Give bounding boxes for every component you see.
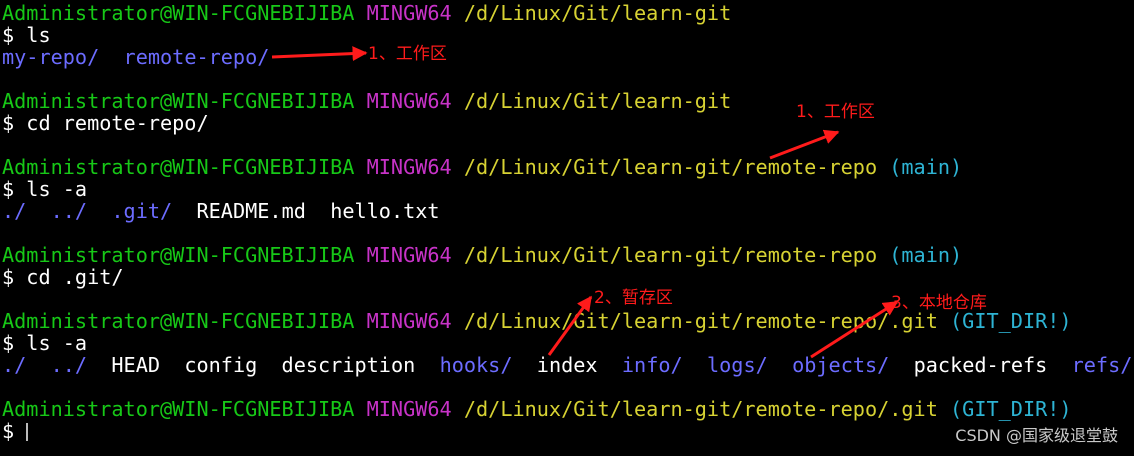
terminal-text: ../ xyxy=(50,353,88,377)
terminal-text: Administrator@WIN-FCGNEBIJIBA xyxy=(2,243,355,267)
terminal-text: objects/ xyxy=(792,353,890,377)
terminal-text: $ cd .git/ xyxy=(2,265,124,289)
terminal-line: $ cd .git/ xyxy=(2,266,124,288)
terminal-text: /d/Linux/Git/learn-git xyxy=(463,1,732,25)
terminal-text: HEAD config description xyxy=(87,353,440,377)
annotation-workspace-1: 1、工作区 xyxy=(368,44,447,64)
terminal-line: $ ls xyxy=(2,24,51,46)
terminal-text: /d/Linux/Git/learn-git/remote-repo/.git xyxy=(463,397,938,421)
terminal-text: my-repo/ xyxy=(2,45,100,69)
terminal-line: Administrator@WIN-FCGNEBIJIBA MINGW64 /d… xyxy=(2,244,962,266)
terminal-text: logs/ xyxy=(706,353,768,377)
terminal-text: MINGW64 xyxy=(366,397,452,421)
terminal-text: ./ xyxy=(2,353,27,377)
terminal-text: index xyxy=(512,353,622,377)
terminal-line: ./ ../ .git/ README.md hello.txt xyxy=(2,200,440,222)
terminal-text: info/ xyxy=(621,353,683,377)
text-cursor xyxy=(26,423,29,441)
terminal-text: $ ls xyxy=(2,23,51,47)
terminal-text: ../ xyxy=(50,199,88,223)
terminal-text: $ cd remote-repo/ xyxy=(2,111,209,135)
terminal-text: (main) xyxy=(889,243,963,267)
terminal-line: $ ls -a xyxy=(2,332,87,354)
terminal-text: MINGW64 xyxy=(366,243,452,267)
annotation-local-repo: 3、本地仓库 xyxy=(891,293,987,313)
terminal-line: Administrator@WIN-FCGNEBIJIBA MINGW64 /d… xyxy=(2,398,1072,420)
terminal-text: Administrator@WIN-FCGNEBIJIBA xyxy=(2,1,355,25)
terminal-line: ./ ../ HEAD config description hooks/ in… xyxy=(2,354,1132,376)
terminal-text: $ xyxy=(2,419,15,443)
annotation-workspace-2: 1、工作区 xyxy=(796,102,875,122)
terminal-text: Administrator@WIN-FCGNEBIJIBA xyxy=(2,89,355,113)
terminal-text: hooks/ xyxy=(439,353,513,377)
terminal-line: Administrator@WIN-FCGNEBIJIBA MINGW64 /d… xyxy=(2,90,731,112)
terminal-line: $ cd remote-repo/ xyxy=(2,112,209,134)
terminal-text: MINGW64 xyxy=(366,1,452,25)
terminal-text: packed-refs xyxy=(889,353,1072,377)
terminal-text: ./ xyxy=(2,199,27,223)
terminal-text: MINGW64 xyxy=(366,309,452,333)
terminal-text: /d/Linux/Git/learn-git/remote-repo xyxy=(463,243,878,267)
terminal-text: /d/Linux/Git/learn-git xyxy=(463,89,732,113)
terminal-text: remote-repo/ xyxy=(123,45,270,69)
watermark: CSDN @国家级退堂鼓 xyxy=(955,426,1118,445)
terminal-text: README.md hello.txt xyxy=(172,199,440,223)
terminal-line: my-repo/ remote-repo/ xyxy=(2,46,269,68)
terminal-text: Administrator@WIN-FCGNEBIJIBA xyxy=(2,397,355,421)
terminal-line: $ ls -a xyxy=(2,178,87,200)
terminal-line: Administrator@WIN-FCGNEBIJIBA MINGW64 /d… xyxy=(2,310,1072,332)
terminal-line: $ xyxy=(2,419,29,443)
terminal-text: Administrator@WIN-FCGNEBIJIBA xyxy=(2,309,355,333)
terminal-text: Administrator@WIN-FCGNEBIJIBA xyxy=(2,155,355,179)
terminal-window[interactable]: Administrator@WIN-FCGNEBIJIBA MINGW64 /d… xyxy=(0,0,1134,456)
terminal-text: $ ls -a xyxy=(2,177,88,201)
terminal-line: Administrator@WIN-FCGNEBIJIBA MINGW64 /d… xyxy=(2,2,731,24)
terminal-text: /d/Linux/Git/learn-git/remote-repo/.git xyxy=(463,309,938,333)
annotation-staging: 2、暂存区 xyxy=(594,288,673,308)
terminal-text: /d/Linux/Git/learn-git/remote-repo xyxy=(463,155,878,179)
terminal-text: $ ls -a xyxy=(2,331,88,355)
terminal-text: MINGW64 xyxy=(366,155,452,179)
terminal-text: (main) xyxy=(889,155,963,179)
terminal-text: .git/ xyxy=(111,199,173,223)
terminal-text: MINGW64 xyxy=(366,89,452,113)
terminal-text: refs/ xyxy=(1071,353,1133,377)
terminal-line: Administrator@WIN-FCGNEBIJIBA MINGW64 /d… xyxy=(2,156,962,178)
terminal-text: (GIT_DIR!) xyxy=(950,397,1072,421)
